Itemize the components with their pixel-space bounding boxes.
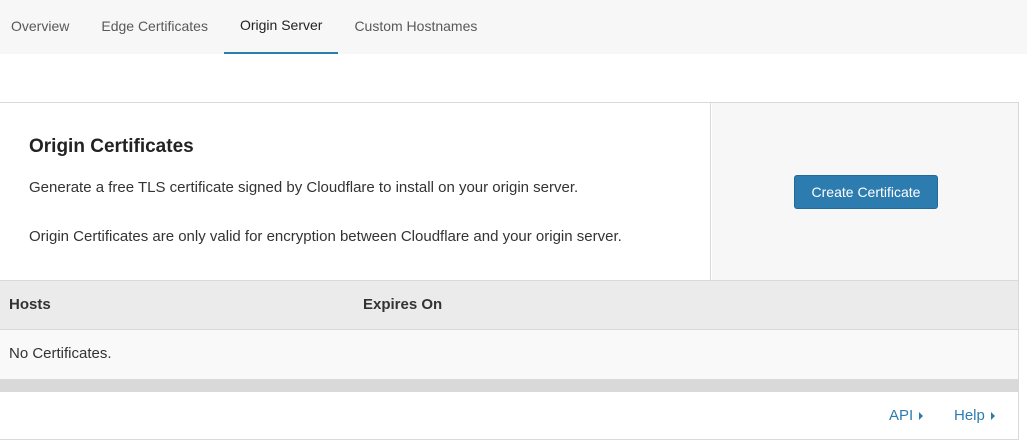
help-link[interactable]: Help [954,407,995,424]
empty-state-message: No Certificates. [9,345,112,362]
tab-edge-certificates[interactable]: Edge Certificates [85,0,224,52]
table-footer-divider [0,379,1018,392]
card-action-panel: Create Certificate [712,103,1018,280]
api-link[interactable]: API [889,407,924,424]
card-description: Generate a free TLS certificate signed b… [29,179,579,196]
column-header-hosts: Hosts [9,296,51,313]
caret-right-icon [919,412,924,420]
card-title: Origin Certificates [29,136,194,157]
card-note: Origin Certificates are only valid for e… [29,228,622,245]
table-row: No Certificates. [0,330,1018,379]
create-certificate-button[interactable]: Create Certificate [794,175,938,209]
tab-custom-hostnames[interactable]: Custom Hostnames [338,0,493,52]
card-header: Origin Certificates Generate a free TLS … [0,103,1018,281]
help-link-label: Help [954,407,985,424]
tab-overview[interactable]: Overview [0,0,85,52]
origin-certificates-card: Origin Certificates Generate a free TLS … [0,102,1019,440]
card-info: Origin Certificates Generate a free TLS … [0,103,711,280]
card-footer: API Help [0,392,1018,439]
caret-right-icon [990,412,995,420]
tab-origin-server[interactable]: Origin Server [223,0,339,54]
column-header-expires-on: Expires On [363,296,443,313]
api-link-label: API [889,407,914,424]
certificates-table-header: Hosts Expires On [0,281,1018,330]
ssl-tabs: Overview Edge Certificates Origin Server… [0,0,1027,54]
